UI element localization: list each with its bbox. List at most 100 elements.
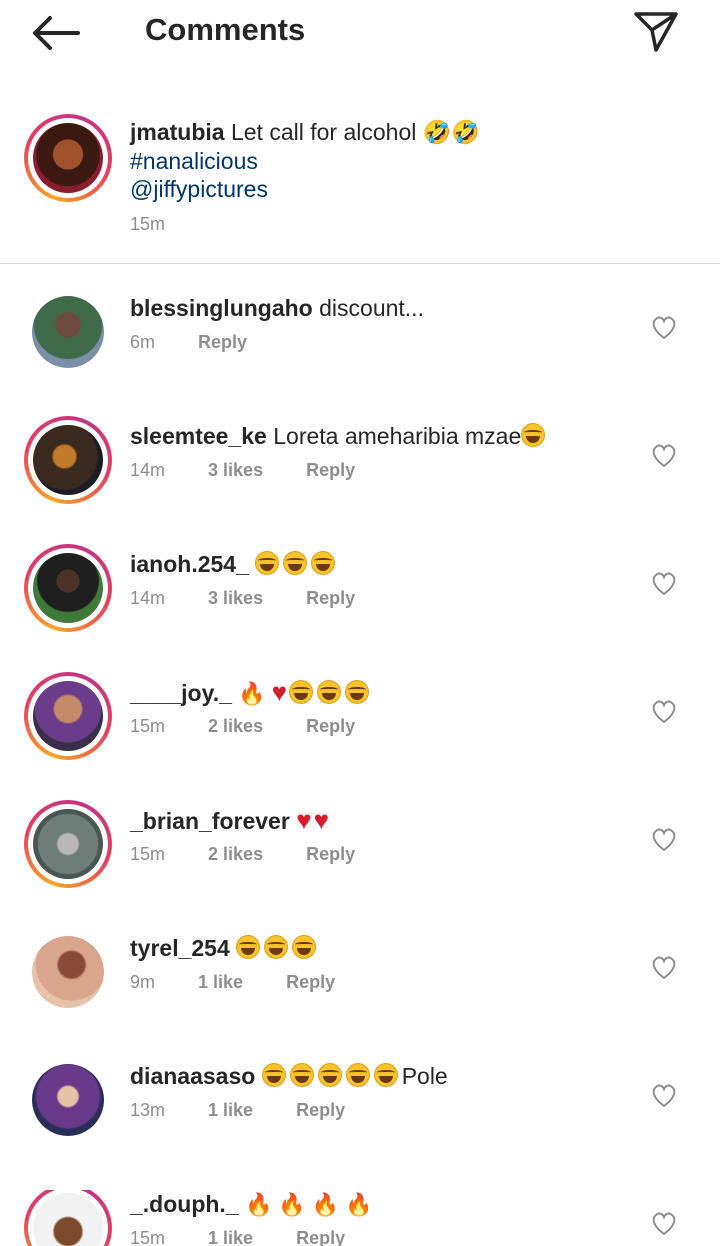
laughing-emoji-icon (264, 935, 289, 959)
hashtag-link[interactable]: #nanalicious (130, 147, 480, 175)
avatar[interactable] (24, 114, 112, 202)
reply-button[interactable]: Reply (296, 1228, 345, 1246)
red-heart-emoji-icon: ♥ (271, 677, 288, 707)
fire-emoji-icon: 🔥 (278, 1192, 306, 1217)
comment-meta: 14m 3 likes Reply (130, 588, 393, 609)
avatar[interactable] (24, 800, 112, 888)
reply-button[interactable]: Reply (306, 460, 355, 481)
heart-icon[interactable] (650, 570, 678, 596)
comment-row: tyrel_254 9m 1 like Reply (0, 934, 720, 1062)
paper-plane-icon[interactable] (632, 10, 680, 54)
reply-button[interactable]: Reply (286, 972, 335, 993)
comment-username[interactable]: _.douph._ (130, 1191, 239, 1217)
likes-count[interactable]: 2 likes (208, 716, 263, 737)
comment-meta: 6m Reply (130, 332, 285, 353)
avatar[interactable] (24, 1190, 112, 1246)
comment-row: blessinglungaho discount... 6m Reply (0, 294, 720, 422)
comment-username[interactable]: tyrel_254 (130, 935, 230, 961)
avatar[interactable] (24, 416, 112, 504)
heart-icon[interactable] (650, 954, 678, 980)
fire-emoji-icon: 🔥 (345, 1192, 373, 1217)
likes-count[interactable]: 3 likes (208, 588, 263, 609)
comment-meta: 9m 1 like Reply (130, 972, 373, 993)
mention-link[interactable]: @jiffypictures (130, 175, 480, 203)
comment-row: dianaasaso Pole 13m 1 like Reply (0, 1062, 720, 1190)
laughing-emoji-icon (283, 551, 308, 575)
comment-username[interactable]: dianaasaso (130, 1063, 255, 1089)
comment-row: sleemtee_ke Loreta ameharibia mzae 14m 3… (0, 416, 720, 550)
comment-username[interactable]: _brian_forever (130, 808, 290, 834)
comment-meta: 14m 3 likes Reply (130, 460, 393, 481)
likes-count[interactable]: 1 like (208, 1228, 253, 1246)
fire-emoji-icon: 🔥 (238, 681, 266, 706)
comment-meta: 15m 2 likes Reply (130, 844, 393, 865)
comment-body: Loreta ameharibia mzae (273, 423, 522, 449)
laughing-emoji-icon (289, 1063, 314, 1087)
header-bar: Comments (0, 0, 720, 64)
comment-row: _.douph._ 🔥 🔥 🔥 🔥 15m 1 like Reply (0, 1190, 720, 1246)
avatar[interactable] (32, 936, 104, 1008)
reply-button[interactable]: Reply (198, 332, 247, 353)
likes-count[interactable]: 3 likes (208, 460, 263, 481)
heart-icon[interactable] (650, 698, 678, 724)
reply-button[interactable]: Reply (306, 844, 355, 865)
caption-emoji: 🤣🤣 (422, 120, 481, 146)
likes-count[interactable]: 2 likes (208, 844, 263, 865)
laughing-emoji-icon (289, 680, 314, 704)
comment-body: discount... (319, 295, 424, 321)
caption-body: Let call for alcohol (230, 119, 417, 145)
comment-text: _.douph._ 🔥 🔥 🔥 🔥 (130, 1190, 379, 1219)
comment-text: ____joy._ 🔥 ♥ (130, 678, 373, 708)
laughing-emoji-icon (317, 680, 342, 704)
comment-text: blessinglungaho discount... (130, 294, 424, 322)
reply-button[interactable]: Reply (306, 716, 355, 737)
caption-time: 15m (130, 214, 166, 234)
comment-text: tyrel_254 (130, 934, 320, 962)
red-heart-emoji-icon: ♥ (296, 805, 312, 835)
comment-username[interactable]: sleemtee_ke (130, 423, 267, 449)
comment-time: 6m (130, 332, 156, 352)
comment-time: 14m (130, 588, 166, 608)
avatar[interactable] (32, 1064, 104, 1136)
comment-text: dianaasaso Pole (130, 1062, 448, 1090)
caption-username[interactable]: jmatubia (130, 119, 225, 145)
heart-icon[interactable] (650, 826, 678, 852)
comment-text: sleemtee_ke Loreta ameharibia mzae (130, 422, 549, 450)
comment-username[interactable]: blessinglungaho (130, 295, 313, 321)
laughing-emoji-icon (317, 1063, 342, 1087)
heart-icon[interactable] (650, 1210, 678, 1236)
laughing-emoji-icon (236, 935, 261, 959)
heart-icon[interactable] (650, 1082, 678, 1108)
heart-icon[interactable] (650, 314, 678, 340)
comment-time: 9m (130, 972, 156, 992)
comment-meta: 13m 1 like Reply (130, 1100, 383, 1121)
comment-text: ianoh.254_ (130, 550, 339, 578)
avatar[interactable] (24, 544, 112, 632)
reply-button[interactable]: Reply (296, 1100, 345, 1121)
laughing-emoji-icon (373, 1063, 398, 1087)
laughing-emoji-icon (311, 551, 336, 575)
comment-body: Pole (401, 1063, 448, 1089)
likes-count[interactable]: 1 like (208, 1100, 253, 1121)
fire-emoji-icon: 🔥 (245, 1192, 273, 1217)
red-heart-emoji-icon: ♥ (313, 805, 330, 835)
comment-time: 14m (130, 460, 166, 480)
avatar[interactable] (24, 672, 112, 760)
comment-meta: 15m 1 like Reply (130, 1228, 383, 1246)
comment-time: 15m (130, 1228, 166, 1246)
comment-text: _brian_forever ♥♥ (130, 806, 331, 835)
heart-icon[interactable] (650, 442, 678, 468)
comment-username[interactable]: ____joy._ (130, 680, 232, 706)
avatar[interactable] (32, 296, 104, 368)
laughing-emoji-icon (255, 551, 280, 575)
laughing-emoji-icon (345, 1063, 370, 1087)
laughing-emoji-icon (292, 935, 317, 959)
likes-count[interactable]: 1 like (198, 972, 243, 993)
comment-row: _brian_forever ♥♥ 15m 2 likes Reply (0, 800, 720, 934)
comment-time: 13m (130, 1100, 166, 1120)
comment-row: ianoh.254_ 14m 3 likes Reply (0, 544, 720, 678)
back-arrow-icon[interactable] (30, 12, 82, 54)
post-caption: jmatubia Let call for alcohol 🤣🤣 #nanali… (0, 100, 720, 264)
comment-username[interactable]: ianoh.254_ (130, 551, 249, 577)
reply-button[interactable]: Reply (306, 588, 355, 609)
